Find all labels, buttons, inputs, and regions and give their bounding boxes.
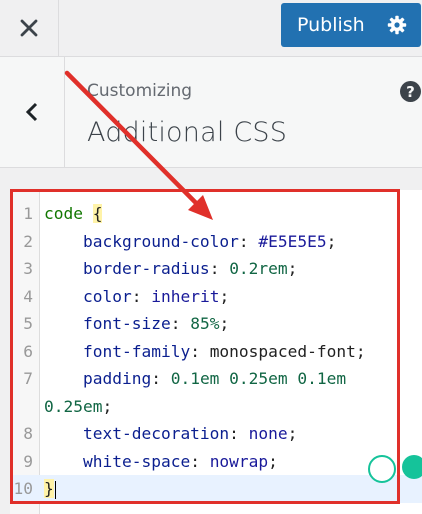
code-token: border-radius bbox=[44, 259, 210, 278]
line-number: 6 bbox=[23, 341, 33, 361]
code-token: padding bbox=[44, 369, 152, 388]
code-text: white-space: nowrap; bbox=[44, 448, 278, 476]
line-number: 10 bbox=[13, 479, 34, 498]
code-text: border-radius: 0.2rem; bbox=[44, 255, 297, 283]
code-token: text-decoration bbox=[44, 424, 230, 443]
text-cursor bbox=[54, 480, 57, 499]
code-line[interactable]: 6 font-family: monospaced-font; bbox=[10, 338, 422, 366]
line-number: 2 bbox=[23, 231, 33, 251]
back-button[interactable] bbox=[0, 57, 65, 167]
code-text: background-color: #E5E5E5; bbox=[44, 228, 336, 256]
line-number: 3 bbox=[23, 259, 33, 278]
code-token: background-color bbox=[44, 231, 239, 251]
code-token: 0.1em 0.25em 0.1em bbox=[170, 369, 347, 388]
code-token: 0.25em bbox=[44, 396, 103, 416]
help-icon[interactable]: ? bbox=[400, 81, 421, 102]
line-number: 7 bbox=[23, 369, 33, 388]
code-line[interactable]: 2 background-color: #E5E5E5; bbox=[10, 228, 422, 256]
customizing-label: Customizing bbox=[87, 81, 193, 101]
line-number: 4 bbox=[23, 286, 33, 306]
code-token: : bbox=[170, 314, 191, 333]
code-token: ; bbox=[287, 424, 298, 443]
gear-icon[interactable] bbox=[387, 15, 407, 35]
code-line[interactable]: 0.25em; bbox=[10, 393, 422, 421]
code-token: : bbox=[190, 341, 210, 361]
code-text: color: inherit; bbox=[44, 283, 229, 311]
code-line[interactable]: 8 text-decoration: none; bbox=[10, 420, 422, 448]
code-token: : bbox=[190, 451, 210, 471]
code-token: ; bbox=[219, 314, 230, 333]
code-line[interactable]: 5 font-size: 85%; bbox=[10, 310, 422, 338]
code-token: inherit bbox=[151, 286, 220, 306]
code-token: none bbox=[248, 424, 288, 443]
customizer-top-bar: Publish bbox=[0, 0, 422, 57]
code-token: 85% bbox=[190, 314, 220, 333]
code-token: ; bbox=[326, 231, 337, 251]
code-token: } bbox=[44, 479, 54, 498]
code-text: font-size: 85%; bbox=[44, 310, 229, 338]
line-number: 9 bbox=[23, 451, 33, 471]
code-token: monospaced-font bbox=[209, 341, 356, 361]
publish-label: Publish bbox=[297, 14, 365, 36]
close-icon bbox=[20, 19, 38, 37]
section-header: Customizing Additional CSS ? bbox=[0, 57, 422, 168]
code-token: ; bbox=[219, 286, 230, 306]
code-token: ; bbox=[355, 341, 366, 361]
code-token: font-size bbox=[44, 314, 171, 333]
code-token: : bbox=[131, 286, 152, 306]
code-line[interactable]: 1 code { bbox=[10, 200, 422, 228]
code-text: font-family: monospaced-font; bbox=[44, 338, 366, 366]
extension-icon[interactable] bbox=[402, 455, 422, 479]
code-text: 0.25em; bbox=[44, 393, 112, 421]
code-text: padding: 0.1em 0.25em 0.1em bbox=[44, 365, 346, 393]
code-token: white-space bbox=[44, 451, 191, 471]
css-code-editor[interactable]: 1 code {2 background-color: #E5E5E5; 3 bor… bbox=[10, 190, 422, 514]
code-token: { bbox=[92, 204, 103, 223]
code-token: font-family bbox=[44, 341, 191, 361]
code-token: 0.2rem bbox=[229, 259, 288, 278]
line-number: 5 bbox=[23, 314, 33, 333]
code-line[interactable]: 7 padding: 0.1em 0.25em 0.1em bbox=[10, 365, 422, 393]
code-token: : bbox=[209, 259, 230, 278]
close-customizer-button[interactable] bbox=[0, 0, 59, 56]
code-line[interactable]: 3 border-radius: 0.2rem; bbox=[10, 255, 422, 283]
section-title: Additional CSS bbox=[87, 117, 288, 148]
code-token: ; bbox=[268, 451, 278, 471]
code-token: ; bbox=[287, 259, 298, 278]
code-token: : bbox=[229, 424, 249, 443]
publish-button[interactable]: Publish bbox=[281, 3, 421, 47]
code-text: text-decoration: none; bbox=[44, 420, 297, 448]
line-number: 8 bbox=[23, 424, 33, 443]
code-token: color bbox=[44, 286, 132, 306]
code-token: #E5E5E5 bbox=[258, 231, 327, 251]
code-token: : bbox=[151, 369, 171, 388]
code-text: code { bbox=[44, 200, 103, 228]
chevron-left-icon bbox=[25, 102, 38, 122]
grammarly-icon[interactable] bbox=[368, 455, 396, 483]
code-line[interactable]: 10} bbox=[10, 475, 422, 503]
code-token: : bbox=[238, 231, 259, 251]
code-line[interactable]: 9 white-space: nowrap; bbox=[10, 448, 422, 476]
line-number: 1 bbox=[23, 204, 33, 223]
code-line[interactable]: 4 color: inherit; bbox=[10, 283, 422, 311]
code-token: ; bbox=[102, 396, 113, 416]
code-token: code bbox=[44, 204, 83, 223]
code-text: } bbox=[44, 475, 57, 503]
code-token: nowrap bbox=[209, 451, 269, 471]
code-lines: 1 code {2 background-color: #E5E5E5; 3 bor… bbox=[10, 200, 422, 503]
